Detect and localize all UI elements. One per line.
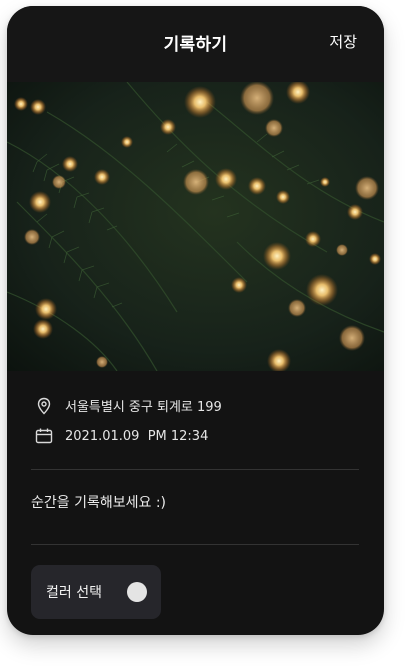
location-row: 서울특별시 중구 퇴계로 199 <box>35 396 222 415</box>
location-text: 서울특별시 중구 퇴계로 199 <box>65 400 222 415</box>
datetime-row: 2021.01.09 PM 12:34 <box>35 427 208 445</box>
datetime-text: 2021.01.09 PM 12:34 <box>65 428 209 444</box>
location-pin-icon <box>37 397 51 414</box>
color-swatch[interactable] <box>127 582 147 602</box>
phone-frame: 기록하기 저장 서울특별시 중구 퇴계로 199 2021.01.09 PM 1… <box>7 6 384 635</box>
memo-input[interactable]: 순간을 기록해보세요 :) <box>31 492 166 512</box>
save-button[interactable]: 저장 <box>329 31 357 52</box>
photo[interactable] <box>7 82 384 371</box>
divider <box>31 544 359 545</box>
color-select-button[interactable]: 컬러 선택 <box>31 565 161 619</box>
color-select-label: 컬러 선택 <box>46 585 102 601</box>
page-title: 기록하기 <box>163 35 228 55</box>
header-bar: 기록하기 저장 <box>7 6 384 82</box>
calendar-icon <box>35 428 53 444</box>
divider <box>31 469 359 470</box>
